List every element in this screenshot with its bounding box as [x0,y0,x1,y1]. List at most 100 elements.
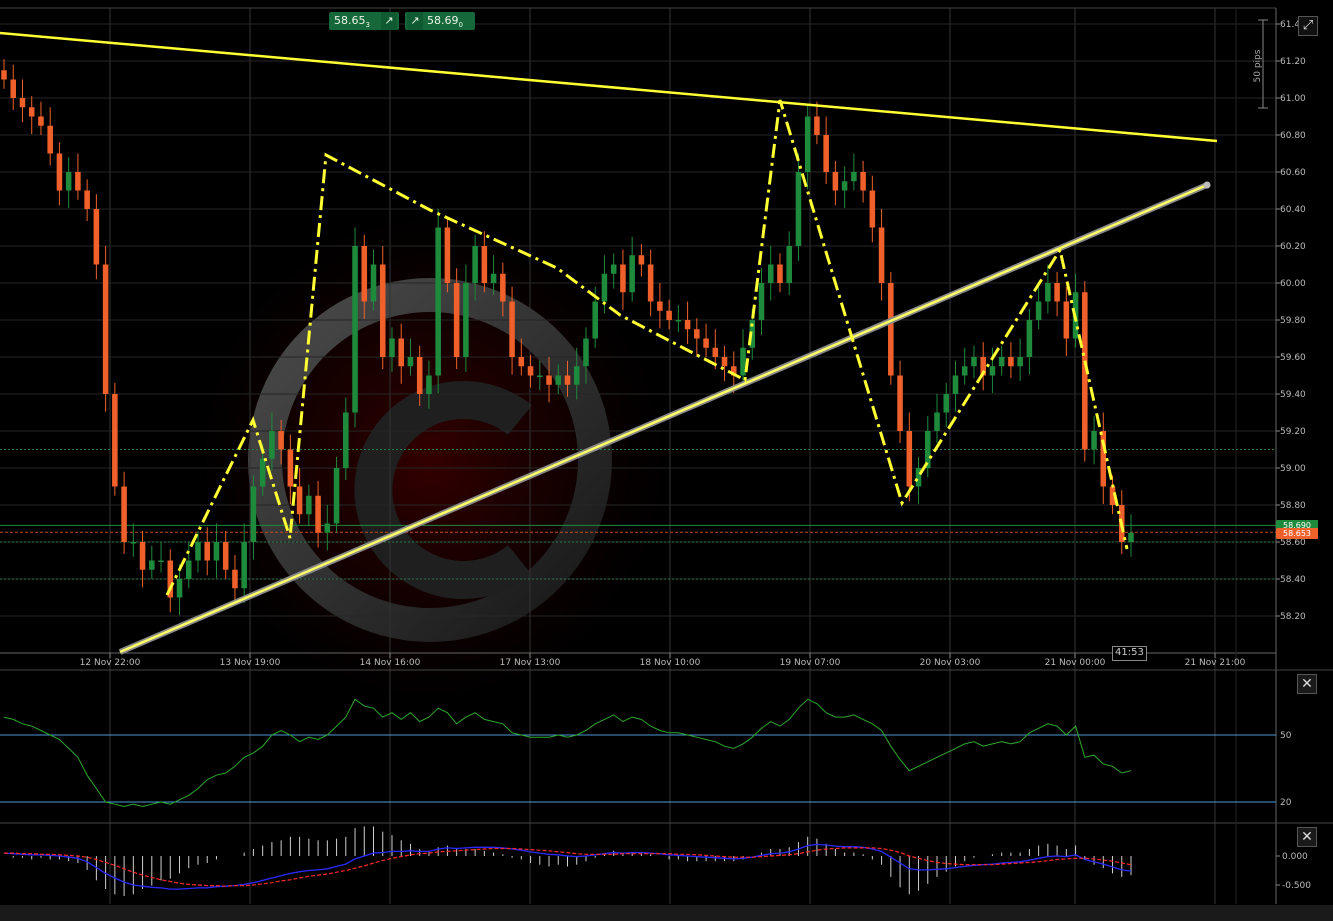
x-tick-label: 18 Nov 10:00 [640,658,701,668]
status-bar [0,905,1333,921]
candle-body [1,70,7,80]
candle-body [121,486,127,542]
candle-body [306,495,312,515]
expand-icon[interactable]: ⤢ [1298,16,1318,36]
candle-body [176,579,183,598]
candle-body [851,172,857,182]
candle-body [490,273,497,283]
candle-body [647,264,654,302]
candle-body [250,486,257,542]
sell-price: 58.65 [334,14,366,27]
candle-body [869,190,876,228]
candle-body [269,431,275,459]
y-tick-label: 58.80 [1280,501,1306,511]
candle-body [259,458,266,487]
y-tick-label: 60.00 [1280,279,1306,289]
x-tick-label: 14 Nov 16:00 [360,658,421,668]
candle-body [971,357,977,367]
candle-body [343,412,349,468]
candle-body [158,560,164,562]
candle-body [786,246,792,283]
candle-body [684,320,691,330]
candle-body [204,542,211,561]
candle-body [1100,431,1107,487]
candle-body [860,172,866,191]
candle-body [75,172,81,191]
y-tick-label: 59.20 [1280,427,1306,437]
candle-body [232,569,238,589]
arrow-up-right-icon: ↗ [407,12,423,30]
rsi-line [3,698,1132,808]
candle-body [416,357,423,394]
candle-body [1008,357,1014,367]
candle-body [573,366,580,385]
candle-body [435,227,441,376]
macd-tick-label: 0.000 [1282,852,1308,862]
candle-body [546,375,552,385]
y-tick-label: 60.60 [1280,168,1306,178]
candle-body [814,116,820,135]
buy-price-pipette: 0 [458,21,463,30]
candle-body [379,264,386,357]
buy-price: 58.69 [427,14,459,27]
candle-body [638,255,645,265]
candle-body [1091,431,1097,450]
y-tick-label: 61.00 [1280,94,1306,104]
candle-body [777,264,783,283]
candle-body [426,375,432,394]
macd-indicator-panel: 0.000 -0.500 [3,826,1311,897]
candle-body [500,273,506,302]
x-tick-label: 13 Nov 19:00 [220,658,281,668]
candle-body [38,116,44,126]
candle-body [333,468,340,524]
candle-body [906,431,913,487]
buy-price-button[interactable]: ↗ 58.690 [405,12,475,30]
x-tick-label: 19 Nov 07:00 [780,658,841,668]
candle-body [139,542,146,570]
sell-price-pipette: 3 [365,21,370,30]
rsi-level-label: 20 [1280,798,1292,808]
y-tick-label: 60.20 [1280,242,1306,252]
candle-body [315,495,321,533]
candle-body [1045,283,1051,302]
candle-body [804,116,811,172]
candle-body [555,375,562,385]
x-tick-label: 20 Nov 03:00 [920,658,981,668]
candle-body [10,79,17,98]
candle-body [564,375,571,385]
candle-body [84,190,90,209]
candle-body [370,264,377,302]
candle-body [481,246,488,283]
candle-body [1128,532,1134,542]
candle-body [93,209,100,265]
close-macd-panel-button[interactable]: ✕ [1297,827,1317,847]
candle-body [712,347,719,357]
candle-body [213,542,220,561]
candle-body [518,357,525,367]
candle-body [453,283,460,357]
y-tick-label: 58.20 [1280,612,1306,622]
candle-body [102,264,109,394]
candle-body [472,246,478,283]
candle-body [130,542,137,544]
x-tick-label: 17 Nov 13:00 [500,658,561,668]
candle-body [185,560,192,579]
macd-line [3,843,1132,890]
candle-body [278,431,284,450]
chart-canvas[interactable]: 61.4061.2061.0060.8060.6060.4060.2060.00… [0,0,1333,921]
candle-body [407,357,414,367]
candle-body [509,301,515,357]
candle-body [592,301,598,339]
candle-body [19,98,26,108]
candle-body [666,310,672,320]
y-tick-label: 59.80 [1280,316,1306,326]
sell-price-button[interactable]: 58.653 ↗ [329,12,399,30]
candle-body [324,523,331,533]
close-rsi-panel-button[interactable]: ✕ [1297,674,1317,694]
y-tick-label: 59.00 [1280,464,1306,474]
candle-body [1063,301,1070,339]
candle-body [943,394,950,413]
candle-body [28,107,35,117]
candle-body [795,172,802,246]
candle-body [1026,320,1033,357]
